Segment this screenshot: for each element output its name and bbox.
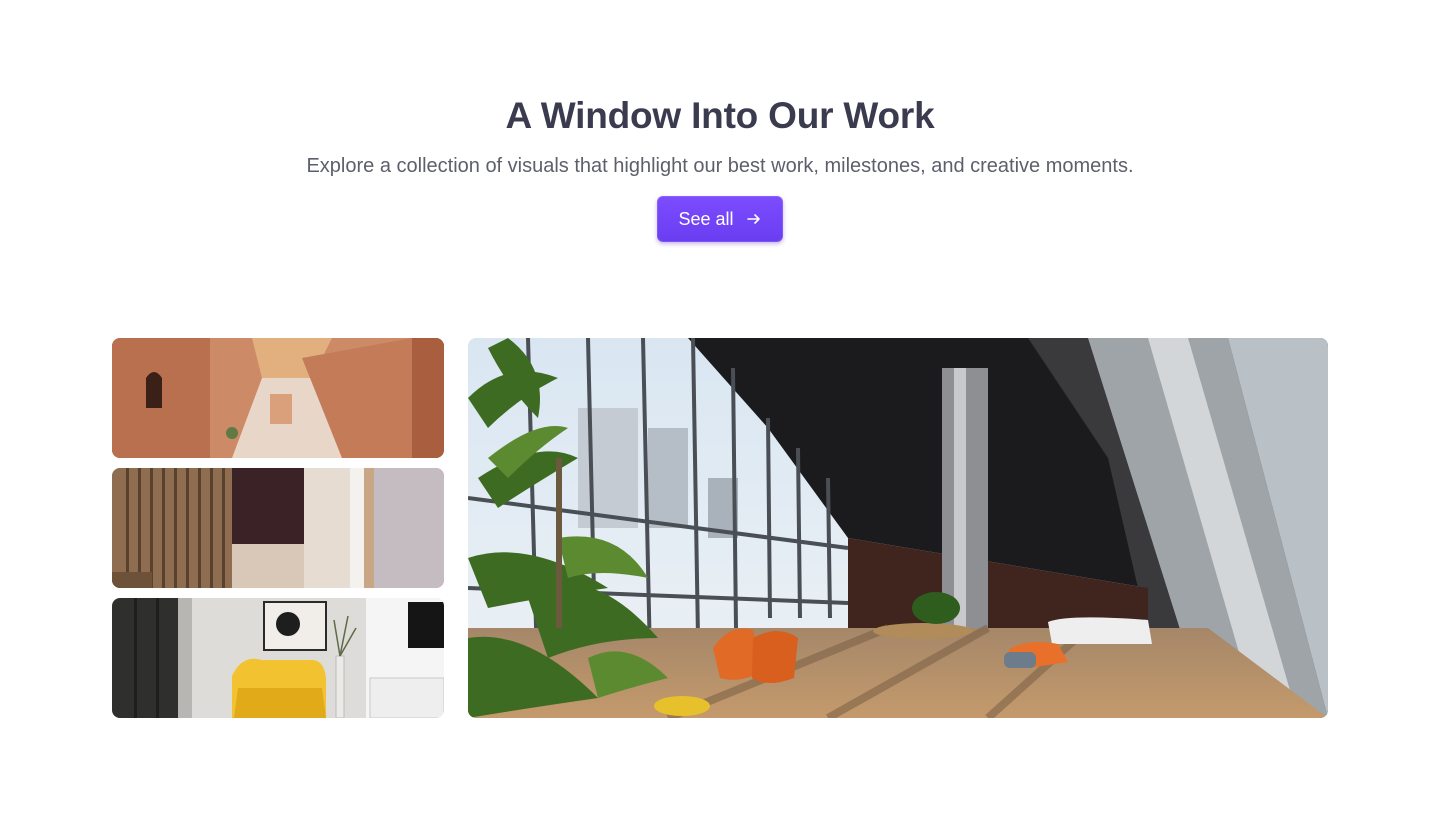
page-title: A Window Into Our Work [505, 95, 935, 136]
arrow-right-icon [746, 211, 762, 227]
gallery-image-office-lobby[interactable] [468, 338, 1328, 718]
gallery-image-terracotta-archway[interactable] [112, 338, 444, 458]
gallery-image-wood-slat-interior[interactable] [112, 468, 444, 588]
see-all-button[interactable]: See all [657, 196, 783, 242]
gallery-image-yellow-armchair[interactable] [112, 598, 444, 718]
see-all-label: See all [678, 208, 734, 229]
page-subtitle: Explore a collection of visuals that hig… [306, 155, 1134, 177]
